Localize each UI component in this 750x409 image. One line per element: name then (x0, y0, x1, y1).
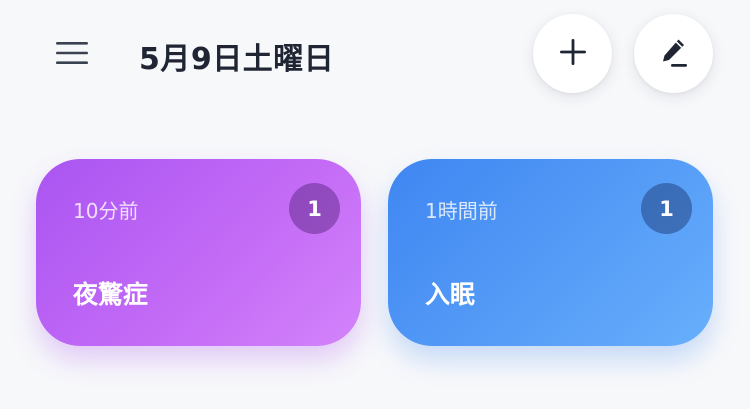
pencil-icon (659, 36, 689, 72)
event-card-night-terror[interactable]: 10分前 1 夜驚症 (36, 159, 361, 346)
event-card-sleep-onset[interactable]: 1時間前 1 入眠 (388, 159, 713, 346)
card-time: 1時間前 (425, 199, 498, 223)
page-title: 5月9日土曜日 (139, 42, 335, 77)
card-time: 10分前 (73, 199, 139, 223)
edit-button[interactable] (634, 14, 713, 93)
plus-icon (559, 38, 587, 70)
add-button[interactable] (533, 14, 612, 93)
card-title: 夜驚症 (73, 280, 149, 309)
card-title: 入眠 (425, 280, 476, 309)
hamburger-menu-icon[interactable] (56, 41, 88, 65)
count-badge: 1 (289, 183, 340, 234)
count-badge: 1 (641, 183, 692, 234)
